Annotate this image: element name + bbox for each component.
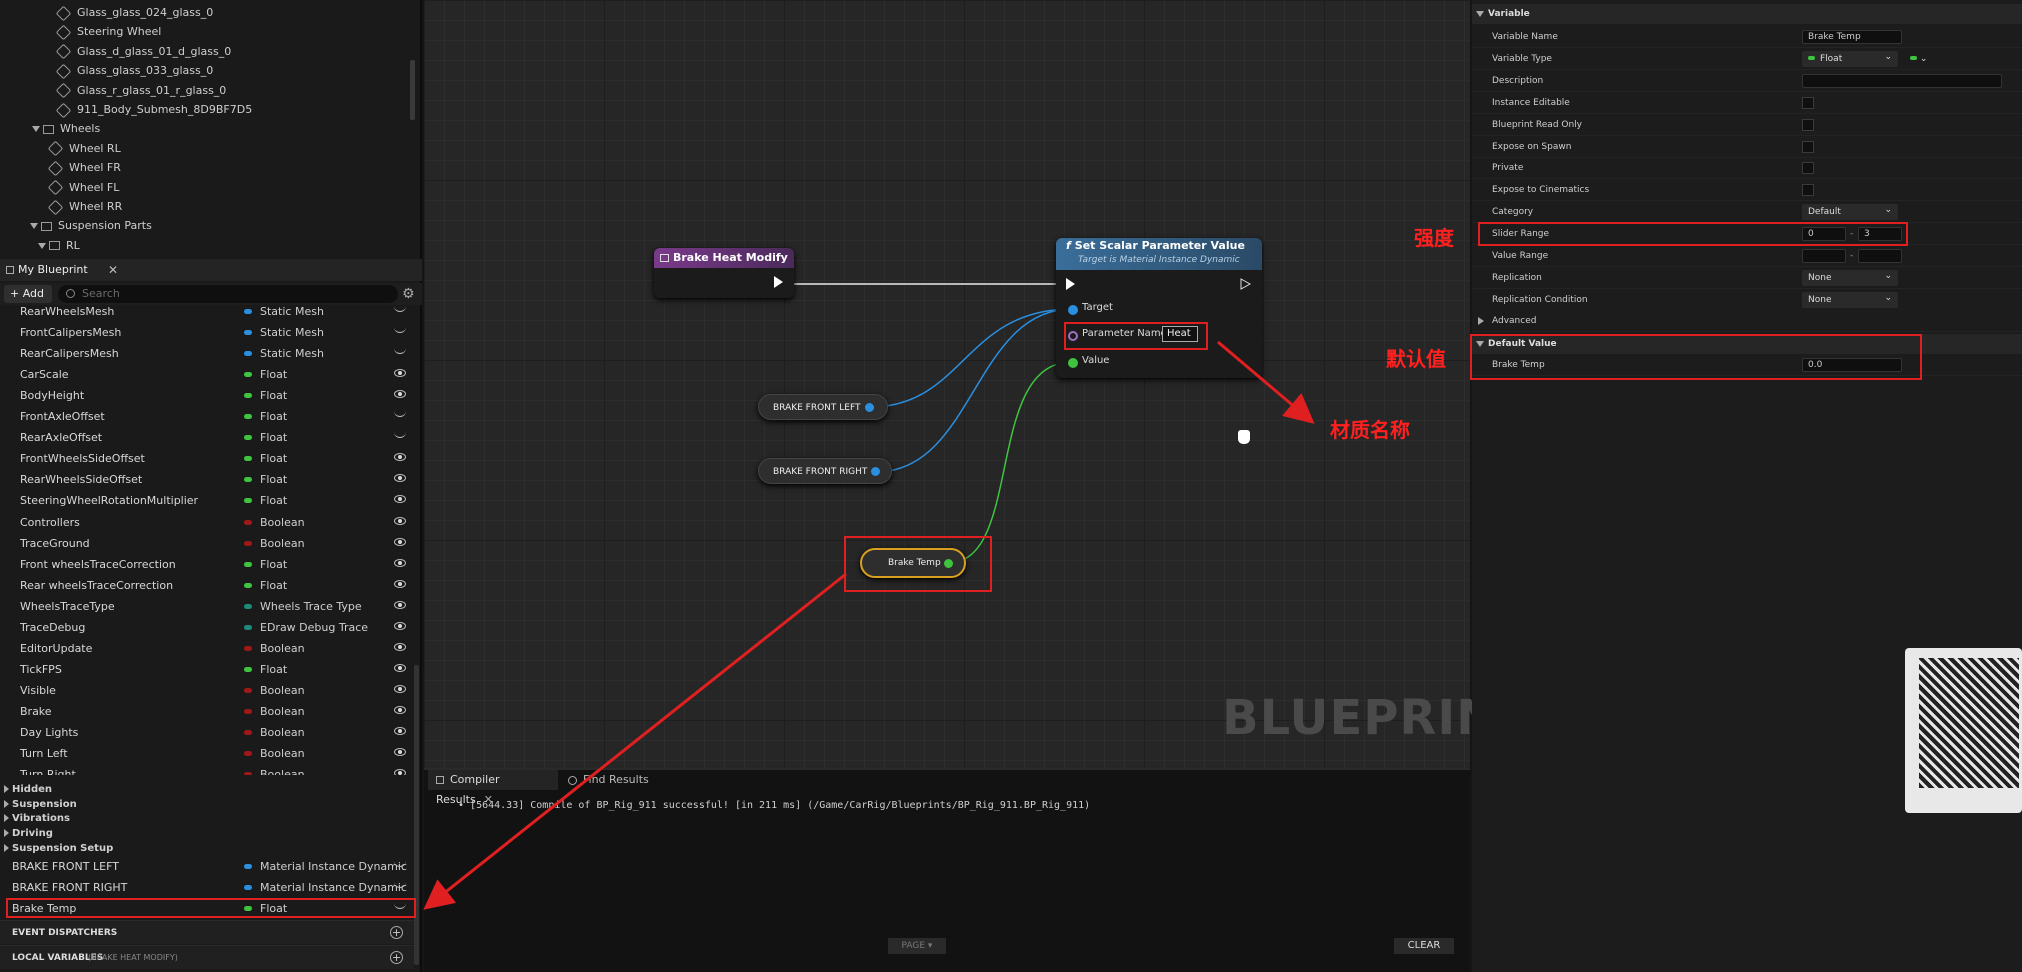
arrow-material-name [1217,340,1315,424]
annotation-arrows [423,340,1315,910]
arrow-brake-temp [423,572,847,910]
